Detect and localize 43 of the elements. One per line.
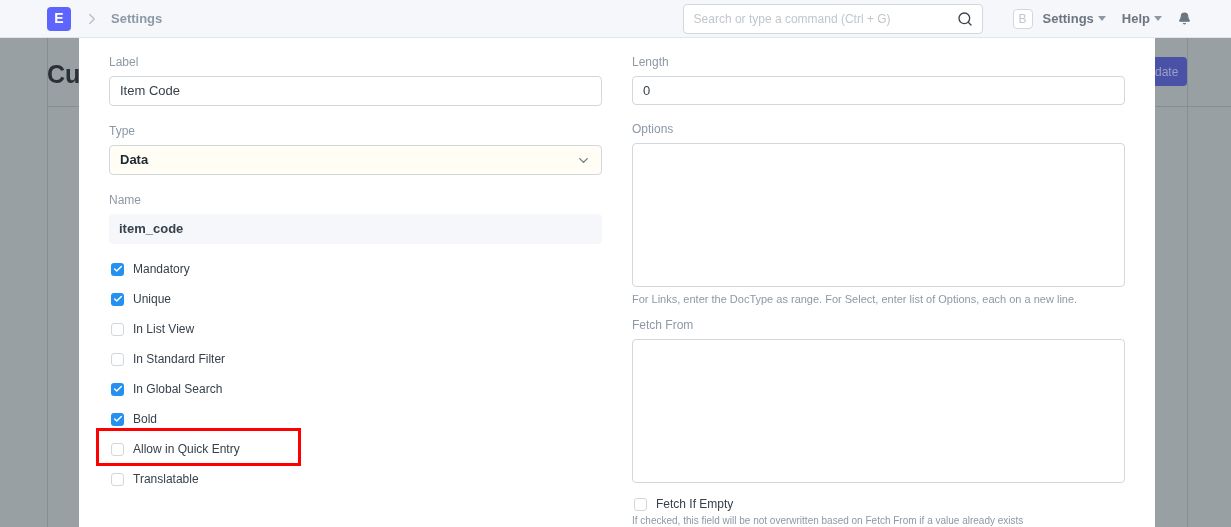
checkbox-label: Mandatory bbox=[133, 261, 190, 278]
checkbox[interactable] bbox=[634, 497, 647, 511]
field-label: Fetch From bbox=[632, 316, 695, 333]
checkbox[interactable] bbox=[111, 412, 124, 426]
fetch-from-textarea[interactable] bbox=[632, 338, 1125, 483]
field-label: Options bbox=[632, 121, 675, 138]
help-text: For Links, enter the DocType as range. For Select, enter list of Options, each on a new line. bbox=[632, 292, 1079, 308]
checkbox-label: Unique bbox=[133, 291, 172, 308]
checkbox[interactable] bbox=[111, 442, 124, 456]
checkbox[interactable] bbox=[111, 292, 124, 306]
update-button[interactable]: date bbox=[1155, 57, 1187, 86]
checkbox-label: In List View bbox=[133, 321, 195, 338]
dropdown-menu[interactable]: Help bbox=[1121, 8, 1162, 29]
caret-icon bbox=[1154, 16, 1162, 21]
search-field[interactable]: Search or type a command (Ctrl + G) bbox=[682, 3, 983, 34]
bell-icon[interactable] bbox=[1178, 12, 1191, 25]
checkbox[interactable] bbox=[111, 472, 124, 486]
checkbox-label: Fetch If Empty bbox=[656, 496, 734, 513]
checkbox-label: Bold bbox=[133, 411, 158, 428]
type-select[interactable]: Data bbox=[109, 145, 602, 175]
search-icon[interactable] bbox=[956, 10, 973, 27]
name-field: item_code bbox=[109, 214, 602, 244]
field-label: Label bbox=[109, 54, 140, 70]
checkbox-label: Allow in Quick Entry bbox=[133, 441, 240, 458]
length-input[interactable]: 0 bbox=[632, 76, 1125, 105]
field-label: Type bbox=[109, 123, 136, 139]
checkbox[interactable] bbox=[111, 262, 124, 276]
checkbox[interactable] bbox=[111, 322, 124, 336]
dropdown-menu[interactable]: Settings bbox=[1042, 8, 1106, 29]
app-logo[interactable]: E bbox=[47, 6, 71, 31]
caret-icon bbox=[1097, 16, 1106, 21]
checkbox[interactable] bbox=[111, 352, 124, 366]
checkbox-label: In Standard Filter bbox=[133, 351, 226, 368]
help-text: If checked, this field will be not overwritten based on Fetch From if a value already exists bbox=[632, 515, 1025, 527]
checkbox-label: Translatable bbox=[133, 471, 199, 488]
label-input[interactable]: Item Code bbox=[109, 76, 602, 106]
checkbox-label: In Global Search bbox=[133, 381, 223, 398]
breadcrumb-link[interactable]: Settings bbox=[111, 8, 163, 29]
checkbox[interactable] bbox=[111, 382, 124, 396]
page-title: Cu bbox=[47, 59, 81, 90]
options-textarea[interactable] bbox=[632, 143, 1125, 288]
field-label: Name bbox=[109, 192, 142, 208]
field-label: Length bbox=[632, 54, 670, 70]
